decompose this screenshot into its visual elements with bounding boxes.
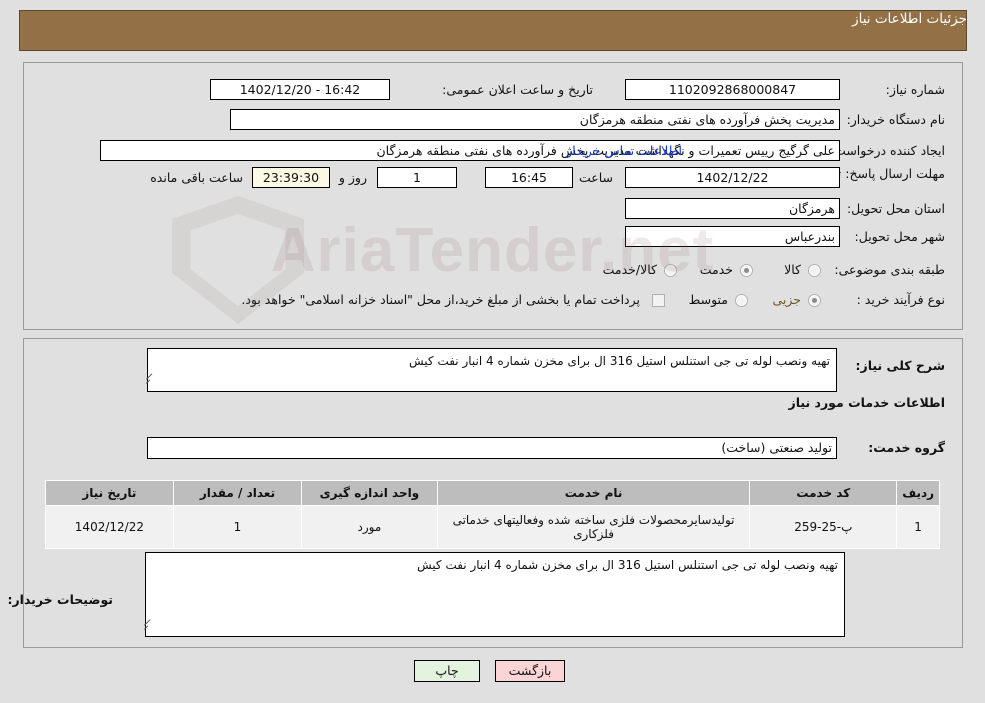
services-section-title: اطلاعات خدمات مورد نیاز xyxy=(788,395,946,410)
buyer-notes-label: توضیحات خریدار: xyxy=(7,592,113,607)
buyer-contact-link[interactable]: اطلاعات تماس خریدار xyxy=(566,143,682,158)
buyer-notes-textarea[interactable]: تهیه ونصب لوله تی جی استنلس استیل 316 ال… xyxy=(145,552,845,637)
services-table: ردیف کد خدمت نام خدمت واحد اندازه گیری ت… xyxy=(45,480,940,549)
need-summary-panel xyxy=(23,62,963,330)
cell-qty: 1 xyxy=(172,505,303,549)
countdown-field: 23:39:30 xyxy=(252,167,330,188)
table-header-row: ردیف کد خدمت نام خدمت واحد اندازه گیری ت… xyxy=(45,480,940,506)
th-radif: ردیف xyxy=(896,480,940,506)
service-group-field[interactable]: تولید صنعتی (ساخت) xyxy=(147,437,837,459)
radio-subject-khedmat[interactable] xyxy=(740,264,753,277)
radio-process-jozi[interactable] xyxy=(808,294,821,307)
requester-field[interactable]: علی گرگیج رییس تعمیرات و نگهداشت مدیریت … xyxy=(100,140,840,161)
page-root: جزئیات اطلاعات نیاز شماره نیاز: 11020928… xyxy=(0,0,985,703)
need-number-field[interactable]: 1102092868000847 xyxy=(625,79,840,100)
buyer-org-field[interactable]: مدیریت پخش فرآورده های نفتی منطقه هرمزگا… xyxy=(230,109,840,130)
delivery-city-label: شهر محل تحویل: xyxy=(854,229,945,244)
page-header-bar xyxy=(19,10,967,51)
deadline-hour-label: ساعت xyxy=(578,170,613,185)
cell-unit: مورد xyxy=(301,505,438,549)
print-button[interactable]: چاپ xyxy=(414,660,480,682)
delivery-province-field[interactable]: هرمزگان xyxy=(625,198,840,219)
cell-date: 1402/12/22 xyxy=(45,505,174,549)
general-desc-label: شرح کلی نیاز: xyxy=(855,358,945,373)
th-qty: تعداد / مقدار xyxy=(172,480,303,506)
radio-label-kala: کالا xyxy=(784,262,801,277)
announce-datetime-label: تاریخ و ساعت اعلان عمومی: xyxy=(442,82,593,97)
th-date: تاریخ نیاز xyxy=(45,480,174,506)
th-name: نام خدمت xyxy=(436,480,751,506)
general-desc-textarea[interactable]: تهیه ونصب لوله تی جی استنلس استیل 316 ال… xyxy=(147,348,837,392)
cell-code: پ-25-259 xyxy=(749,505,898,549)
requester-label: ایجاد کننده درخواست: xyxy=(829,143,945,158)
deadline-hour-field[interactable]: 16:45 xyxy=(485,167,573,188)
treasury-note-text: پرداخت تمام یا بخشی از مبلغ خرید،از محل … xyxy=(241,292,640,307)
remaining-time-label: ساعت باقی مانده xyxy=(150,170,243,185)
th-code: کد خدمت xyxy=(749,480,898,506)
purchase-process-label: نوع فرآیند خرید : xyxy=(856,292,945,307)
cell-name: تولیدسایرمحصولات فلزی ساخته شده وفعالیته… xyxy=(436,505,751,549)
service-group-label: گروه خدمت: xyxy=(868,440,945,455)
back-button[interactable]: بازگشت xyxy=(495,660,565,682)
radio-label-jozi: جزیی xyxy=(772,292,801,307)
deadline-days-field[interactable]: 1 xyxy=(377,167,457,188)
radio-subject-kala-khedmat[interactable] xyxy=(664,264,677,277)
table-row: 1 پ-25-259 تولیدسایرمحصولات فلزی ساخته ش… xyxy=(45,505,940,549)
radio-label-khedmat: خدمت xyxy=(699,262,733,277)
treasury-note-checkbox[interactable] xyxy=(652,294,665,307)
radio-subject-kala[interactable] xyxy=(808,264,821,277)
th-unit: واحد اندازه گیری xyxy=(301,480,438,506)
radio-label-kala-khedmat: کالا/خدمت xyxy=(602,262,657,277)
cell-radif: 1 xyxy=(896,505,940,549)
buyer-org-label: نام دستگاه خریدار: xyxy=(846,112,945,127)
radio-label-motevaset: متوسط xyxy=(688,292,728,307)
need-number-label: شماره نیاز: xyxy=(885,82,945,97)
page-title: جزئیات اطلاعات نیاز xyxy=(852,11,967,27)
announce-datetime-field[interactable]: 16:42 - 1402/12/20 xyxy=(210,79,390,100)
subject-class-label: طبقه بندی موضوعی: xyxy=(834,262,945,277)
radio-process-motevaset[interactable] xyxy=(735,294,748,307)
deadline-days-label: روز و xyxy=(338,170,367,185)
delivery-city-field[interactable]: بندرعباس xyxy=(625,226,840,247)
deadline-date-field[interactable]: 1402/12/22 xyxy=(625,167,840,188)
delivery-province-label: استان محل تحویل: xyxy=(846,201,945,216)
